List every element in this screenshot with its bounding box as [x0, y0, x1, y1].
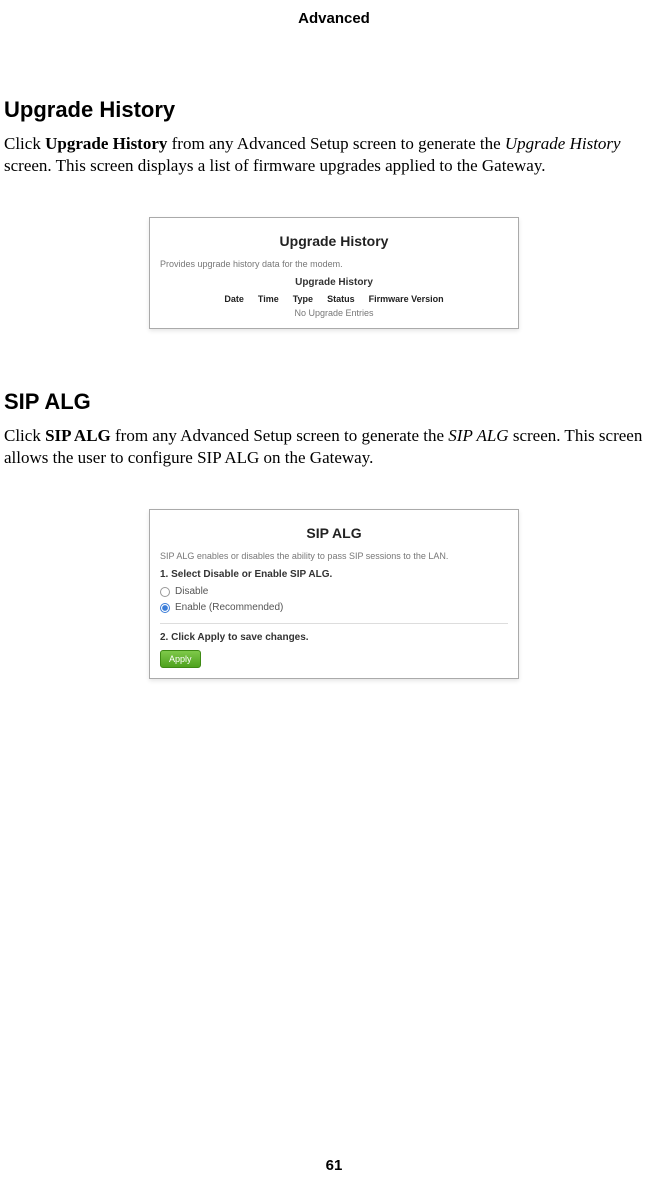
col-time: Time	[258, 294, 279, 304]
radio-enable-row[interactable]: Enable (Recommended)	[160, 602, 508, 613]
panel-description: Provides upgrade history data for the mo…	[160, 259, 508, 269]
text-prefix: Click	[4, 134, 45, 153]
sip-alg-heading: SIP ALG	[4, 389, 664, 415]
col-status: Status	[327, 294, 355, 304]
sip-description: SIP ALG enables or disables the ability …	[160, 551, 508, 561]
sip-step-2: 2. Click Apply to save changes.	[160, 632, 508, 643]
col-firmware: Firmware Version	[369, 294, 444, 304]
col-type: Type	[293, 294, 313, 304]
radio-enable[interactable]	[160, 603, 170, 613]
sip-step-1: 1. Select Disable or Enable SIP ALG.	[160, 569, 508, 580]
radio-disable[interactable]	[160, 587, 170, 597]
text-prefix: Click	[4, 426, 45, 445]
text-bold-link: SIP ALG	[45, 426, 111, 445]
text-mid: from any Advanced Setup screen to genera…	[167, 134, 505, 153]
text-bold-link: Upgrade History	[45, 134, 167, 153]
page-number: 61	[0, 1157, 668, 1174]
no-entries-text: No Upgrade Entries	[160, 308, 508, 318]
radio-disable-label: Disable	[175, 586, 208, 597]
text-italic: Upgrade History	[505, 134, 621, 153]
upgrade-history-paragraph: Click Upgrade History from any Advanced …	[4, 133, 664, 177]
table-headers: Date Time Type Status Firmware Version	[160, 294, 508, 304]
upgrade-history-heading: Upgrade History	[4, 97, 664, 123]
page-header: Advanced	[0, 0, 668, 27]
divider	[160, 623, 508, 624]
panel-subheading: Upgrade History	[160, 277, 508, 288]
sip-alg-paragraph: Click SIP ALG from any Advanced Setup sc…	[4, 425, 664, 469]
apply-button[interactable]: Apply	[160, 650, 201, 668]
col-date: Date	[224, 294, 244, 304]
radio-disable-row[interactable]: Disable	[160, 586, 508, 597]
text-suffix: screen. This screen displays a list of f…	[4, 156, 545, 175]
radio-enable-label: Enable (Recommended)	[175, 602, 283, 613]
sip-alg-screenshot: SIP ALG SIP ALG enables or disables the …	[149, 509, 519, 679]
text-mid: from any Advanced Setup screen to genera…	[111, 426, 449, 445]
text-italic: SIP ALG	[448, 426, 508, 445]
panel-title: Upgrade History	[160, 233, 508, 249]
panel-title: SIP ALG	[160, 525, 508, 541]
upgrade-history-screenshot: Upgrade History Provides upgrade history…	[149, 217, 519, 329]
